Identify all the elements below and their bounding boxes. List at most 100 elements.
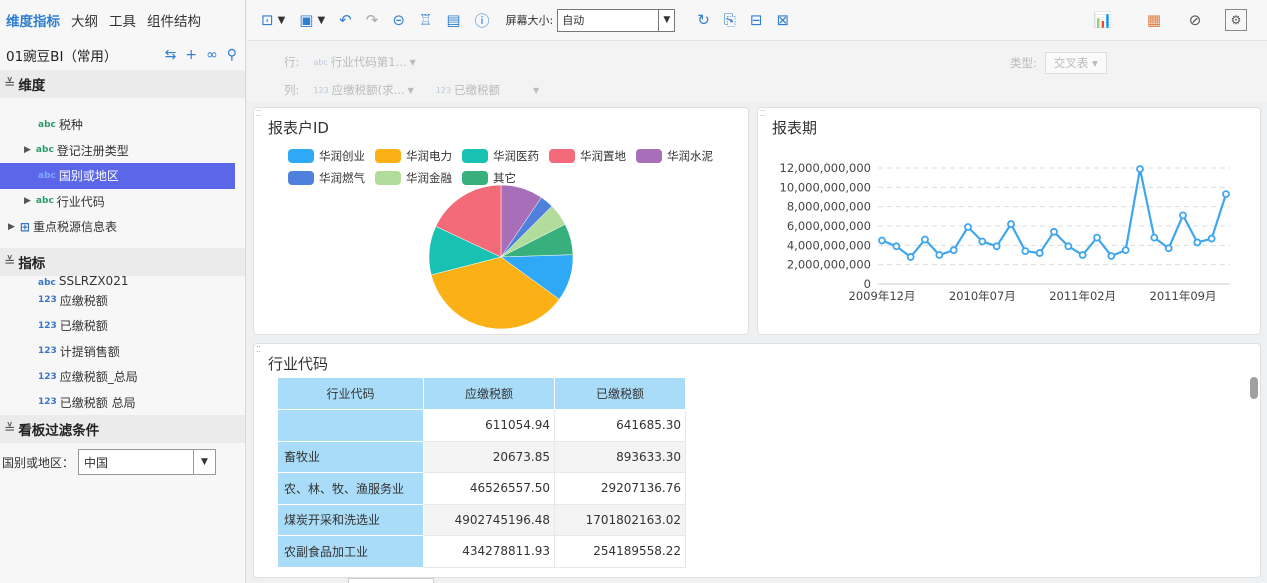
table-cell[interactable]: 1701802163.02 <box>554 503 686 536</box>
table-cell[interactable]: 893633.30 <box>554 440 686 473</box>
measure-item[interactable]: 123 已缴税额 总局 <box>0 390 245 416</box>
chart-icon[interactable]: 📊 <box>1091 9 1115 31</box>
tab-component-structure[interactable]: 组件结构 <box>147 10 201 30</box>
line-point[interactable] <box>1021 247 1030 256</box>
settings-icon[interactable]: ⚙ <box>1225 9 1247 31</box>
line-point[interactable] <box>1050 227 1058 236</box>
table-cell[interactable]: 29207136.76 <box>554 472 686 505</box>
table-header-cell[interactable]: 已缴税额 <box>554 377 686 410</box>
undo-icon[interactable]: ↶ <box>339 11 352 29</box>
dropdown-arrow-icon[interactable]: ▼ <box>278 15 286 26</box>
filter-select[interactable]: 中国 ▼ <box>78 449 217 475</box>
legend-item[interactable]: 华润燃气 <box>288 167 365 189</box>
dropdown-arrow-icon[interactable]: ▼ <box>410 58 416 67</box>
screen-size-select[interactable]: 自动 ▼ <box>557 8 676 32</box>
line-point[interactable] <box>1121 246 1130 255</box>
expand-arrow-icon[interactable]: ▶ <box>24 145 31 155</box>
pie-chart[interactable] <box>428 184 574 330</box>
line-point[interactable] <box>992 242 1001 251</box>
table-cell[interactable]: 611054.94 <box>423 409 555 442</box>
link-icon[interactable]: ∞ <box>206 47 218 63</box>
dimension-item-key-tax-table[interactable]: ▶ ⊞ 重点税源信息表 <box>0 214 245 240</box>
table-cell[interactable]: 20673.85 <box>423 440 555 473</box>
measure-item[interactable]: 123 应缴税额_总局 <box>0 364 245 390</box>
redo-icon[interactable]: ↷ <box>366 11 379 29</box>
measure-item[interactable]: 123 应缴税额 <box>0 288 245 314</box>
line-point[interactable] <box>878 236 886 245</box>
table-row[interactable]: 农副食品加工业 434278811.93 254189558.22 <box>277 535 686 568</box>
link-icon[interactable]: ⊝ <box>392 11 405 29</box>
line-point[interactable] <box>1093 233 1101 242</box>
table-row[interactable]: 农、林、牧、渔服务业 46526557.50 29207136.76 <box>277 472 686 505</box>
line-point[interactable] <box>1179 211 1187 220</box>
line-point[interactable] <box>1164 244 1173 253</box>
switch-dataset-icon[interactable]: ⇆ <box>165 47 177 63</box>
measure-section-header[interactable]: ≚ 指标 <box>0 247 245 276</box>
row-header-cell[interactable] <box>277 409 424 442</box>
add-component-icon[interactable]: ⊡ <box>261 11 274 29</box>
line-point[interactable] <box>1136 165 1144 173</box>
line-point[interactable] <box>1064 242 1073 251</box>
row-header-cell[interactable]: 煤炭开采和洗选业 <box>277 503 424 536</box>
expand-arrow-icon[interactable]: ▶ <box>8 222 15 232</box>
line-point[interactable] <box>1007 220 1015 228</box>
filter-section-header[interactable]: ≚ 看板过滤条件 <box>0 415 245 443</box>
table-row[interactable]: 611054.94 641685.30 <box>277 409 686 442</box>
properties-icon[interactable]: ▤ <box>446 11 460 29</box>
legend-item[interactable]: 华润水泥 <box>636 145 713 167</box>
line-point[interactable] <box>1222 190 1230 198</box>
column-field-pill[interactable]: 123 应缴税额(求... ▼ <box>313 82 413 98</box>
add-icon[interactable]: + <box>185 47 197 63</box>
dropdown-arrow-icon[interactable]: ▼ <box>193 450 215 474</box>
vertical-scrollbar[interactable] <box>1250 377 1258 399</box>
row-header-cell[interactable]: 农、林、牧、渔服务业 <box>277 472 424 505</box>
table-cell[interactable]: 46526557.50 <box>423 472 555 505</box>
table-cell[interactable]: 4902745196.48 <box>423 503 555 536</box>
publish-icon[interactable]: ⊠ <box>776 11 789 29</box>
palette-grid-icon[interactable]: ▦ <box>1142 9 1166 31</box>
dropdown-arrow-icon[interactable]: ▼ <box>408 86 414 95</box>
dropdown-arrow-icon[interactable]: ▼ <box>317 15 325 26</box>
dimension-item-industry-code[interactable]: ▶ abc 行业代码 <box>0 189 245 215</box>
table-panel[interactable]: ⁚⁚ 行业代码 行业代码 应缴税额 已缴税额 611054.94 641685.3… <box>253 343 1261 578</box>
hide-icon[interactable]: ⊘ <box>1180 9 1210 31</box>
measure-item[interactable]: 123 已缴税额 <box>0 313 245 339</box>
table-header-cell[interactable]: 行业代码 <box>277 377 424 410</box>
measure-item-cut[interactable]: abc SSLRZX021 <box>0 276 245 288</box>
table-header-cell[interactable]: 应缴税额 <box>423 377 555 410</box>
measure-item[interactable]: 123 计提销售额 <box>0 339 245 365</box>
expand-arrow-icon[interactable]: ▶ <box>24 196 31 206</box>
table-cell[interactable]: 434278811.93 <box>423 535 555 568</box>
pie-chart-panel[interactable]: ⁚⁚ 报表户ID 华润创业 华润电力 华润医药 华润置地 华润水泥 华润燃气 华润金融 其它 <box>253 107 749 335</box>
save-icon[interactable]: ▣ <box>299 11 313 29</box>
line-point[interactable] <box>1035 249 1044 257</box>
line-point[interactable] <box>1193 238 1202 247</box>
dropdown-arrow-icon[interactable]: ▼ <box>533 86 539 95</box>
line-point[interactable] <box>892 242 901 251</box>
dimension-item-registration-type[interactable]: ▶ abc 登记注册类型 <box>0 138 245 164</box>
search-icon[interactable]: ⚲ <box>227 47 237 63</box>
line-chart-panel[interactable]: ⁚⁚ 报表期 0 2,000,000,000 4,000,000,000 6,000,… <box>757 107 1261 335</box>
tab-dimension-metrics[interactable]: 维度指标 <box>6 10 60 30</box>
line-point[interactable] <box>1207 234 1216 243</box>
row-header-cell[interactable]: 农副食品加工业 <box>277 535 424 568</box>
tab-outline[interactable]: 大纲 <box>71 10 98 30</box>
table-row[interactable]: 煤炭开采和洗选业 4902745196.48 1701802163.02 <box>277 503 686 536</box>
chart-type-select[interactable]: 交叉表 ▾ <box>1044 52 1107 74</box>
legend-item[interactable]: 华润医药 <box>462 145 539 167</box>
preview-icon[interactable]: ⊟ <box>750 11 763 29</box>
line-point[interactable] <box>1078 251 1087 259</box>
dimension-item-tax-type[interactable]: abc 税种 <box>0 112 245 138</box>
export-icon[interactable]: ⎘ <box>724 11 736 29</box>
refresh-icon[interactable]: ↻ <box>697 11 710 29</box>
legend-item[interactable]: 华润置地 <box>549 145 626 167</box>
dropdown-arrow-icon[interactable]: ▼ <box>658 9 674 31</box>
row-header-cell[interactable]: 畜牧业 <box>277 440 424 473</box>
line-point[interactable] <box>964 223 972 231</box>
tab-tools[interactable]: 工具 <box>109 10 136 30</box>
row-field-pill[interactable]: abc 行业代码第1... ▼ <box>313 54 415 70</box>
dataset-name[interactable]: 01豌豆BI（常用） <box>6 45 117 65</box>
drag-handle-icon[interactable]: ⁚⁚ <box>760 109 765 118</box>
line-point[interactable] <box>935 251 944 259</box>
drag-handle-icon[interactable]: ⁚⁚ <box>256 345 261 354</box>
